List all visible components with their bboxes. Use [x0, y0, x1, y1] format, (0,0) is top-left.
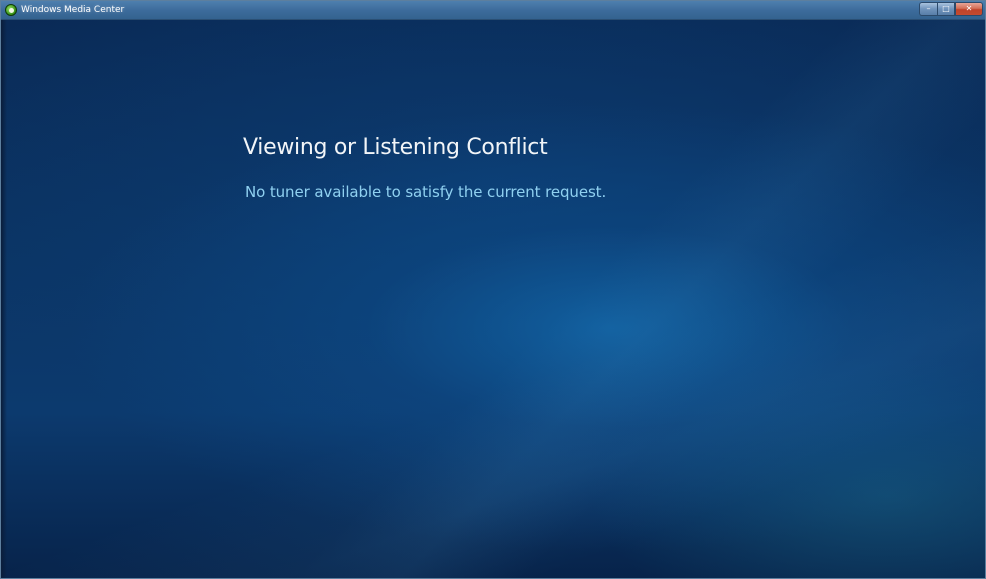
media-center-content: Viewing or Listening Conflict No tuner a…: [1, 20, 985, 578]
left-edge-shadow: [1, 20, 7, 578]
windows-media-center-icon[interactable]: [5, 4, 17, 16]
title-bar[interactable]: Windows Media Center – □ ✕: [1, 1, 985, 20]
window-title: Windows Media Center: [21, 5, 125, 15]
media-center-window: Windows Media Center – □ ✕ Viewing or Li…: [0, 0, 986, 579]
dialog-message: No tuner available to satisfy the curren…: [245, 183, 607, 201]
dialog-title: Viewing or Listening Conflict: [243, 135, 548, 160]
close-button[interactable]: ✕: [955, 2, 983, 16]
minimize-button[interactable]: –: [919, 2, 937, 16]
caption-buttons: – □ ✕: [919, 2, 983, 16]
maximize-button[interactable]: □: [937, 2, 955, 16]
